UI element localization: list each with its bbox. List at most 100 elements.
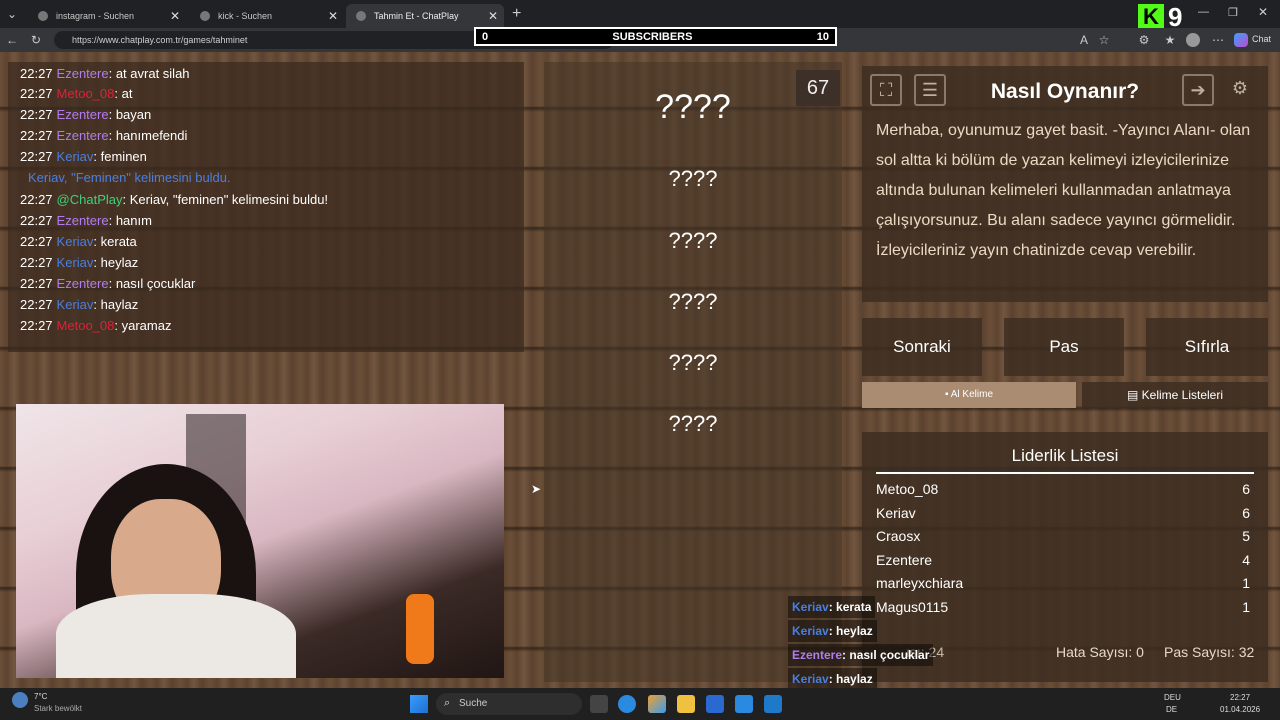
windows-start-icon[interactable]: [410, 695, 428, 713]
chat-separator: :: [108, 128, 116, 143]
extensions-icon[interactable]: ⚙: [1136, 32, 1152, 48]
player-name: Keriav: [876, 504, 916, 521]
reset-button[interactable]: Sıfırla: [1146, 318, 1268, 376]
edge-icon[interactable]: [618, 695, 636, 713]
back-icon[interactable]: ←: [4, 32, 20, 48]
word-lists-button[interactable]: ▤ Kelime Listeleri: [1082, 382, 1268, 408]
copilot-label[interactable]: Chat: [1252, 34, 1271, 44]
chat-username[interactable]: Ezentere: [57, 276, 109, 291]
chat-separator: :: [114, 318, 122, 333]
chat-username[interactable]: Ezentere: [57, 213, 109, 228]
window-close-icon[interactable]: ✕: [1258, 5, 1268, 19]
chat-timestamp: 22:27: [20, 255, 53, 270]
chat-username[interactable]: Keriav: [57, 234, 94, 249]
search-icon: ⌕: [444, 697, 451, 709]
more-icon[interactable]: ⋯: [1210, 32, 1226, 48]
chat-separator: :: [93, 149, 101, 164]
chat-username[interactable]: Ezentere: [57, 107, 109, 122]
tab-kick[interactable]: kick - Suchen ✕: [190, 4, 344, 28]
next-button[interactable]: Sonraki: [862, 318, 982, 376]
reload-icon[interactable]: ↻: [28, 32, 44, 48]
task-view-icon[interactable]: [590, 695, 608, 713]
chat-text: yaramaz: [121, 318, 172, 333]
hidden-word: ????: [668, 350, 718, 375]
chat-timestamp: 22:27: [20, 297, 53, 312]
chat-message: 22:27 Keriav: haylaz: [20, 297, 138, 312]
player-score: 1: [1242, 575, 1250, 592]
overlay-username: Ezentere: [792, 648, 843, 662]
pass-count: Pas Sayısı: 32: [1164, 644, 1255, 660]
chat-username[interactable]: Metoo_08: [57, 86, 115, 101]
explorer-icon[interactable]: [677, 695, 695, 713]
tab-list-icon[interactable]: ⌄: [4, 6, 20, 22]
favorite-icon[interactable]: ☆: [1096, 32, 1112, 48]
get-word-label: Al Kelime: [950, 389, 994, 400]
player-score: 1: [1242, 599, 1250, 615]
chat-separator: :: [108, 107, 116, 122]
chat-text: Keriav, "feminen" kelimesini buldu!: [129, 192, 329, 207]
chat-username[interactable]: Metoo_08: [57, 318, 115, 333]
copilot-icon[interactable]: [1234, 33, 1248, 47]
tab-chatplay[interactable]: Tahmin Et - ChatPlay ✕: [346, 4, 504, 28]
chat-message: 22:27 Ezentere: bayan: [20, 107, 151, 122]
chat-message: Keriav, "Feminen" kelimesini buldu.: [28, 170, 231, 185]
copilot-app-icon[interactable]: [648, 695, 666, 713]
taskbar-search[interactable]: [436, 693, 582, 715]
weather-desc: Stark bewölkt: [34, 704, 83, 713]
player-name: Magus0115: [876, 599, 949, 615]
clock-time[interactable]: 22:27: [1230, 693, 1250, 702]
chat-text: kerata: [100, 234, 137, 249]
chat-message: 22:27 Metoo_08: at: [20, 86, 132, 101]
chat-message: 22:27 Keriav: heylaz: [20, 255, 138, 270]
chat-username[interactable]: Keriav: [57, 255, 94, 270]
pass-button[interactable]: Pas: [1004, 318, 1124, 376]
lang-indicator-2[interactable]: DE: [1166, 705, 1177, 714]
overlay-chat-message: Keriav: heylaz: [788, 620, 877, 642]
weather-icon[interactable]: [12, 692, 28, 708]
overlay-chat-message: Keriav: haylaz: [788, 668, 877, 690]
overlay-text: : heylaz: [828, 624, 873, 638]
chat-text: bayan: [115, 107, 152, 122]
chat-username[interactable]: Keriav: [57, 149, 94, 164]
player-name: marleyxchiara: [876, 575, 964, 592]
chat-username[interactable]: Ezentere: [57, 66, 109, 81]
chat-text: feminen: [100, 149, 147, 164]
drink-bottle: [406, 594, 434, 664]
chat-separator: :: [114, 86, 122, 101]
store-icon[interactable]: [706, 695, 724, 713]
overlay-text: : kerata: [828, 600, 872, 614]
chat-message: 22:27 Metoo_08: yaramaz: [20, 318, 171, 333]
logout-icon[interactable]: ➔: [1182, 74, 1214, 106]
read-aloud-icon[interactable]: A: [1076, 32, 1092, 48]
lang-indicator[interactable]: DEU: [1164, 693, 1181, 702]
chat-timestamp: 22:27: [20, 318, 53, 333]
close-icon[interactable]: ✕: [328, 9, 338, 23]
player-score: 6: [1242, 481, 1250, 497]
chat-username[interactable]: @ChatPlay: [57, 192, 123, 207]
minimize-icon[interactable]: —: [1198, 6, 1209, 18]
get-word-button[interactable]: ▪ Al Kelime: [862, 382, 1076, 408]
overlay-username: Keriav: [792, 624, 829, 638]
chat-timestamp: 22:27: [20, 192, 53, 207]
app-icon[interactable]: [764, 695, 782, 713]
leaderboard-row: Magus0115 1: [876, 599, 1250, 615]
hidden-word: ????: [668, 411, 718, 436]
mail-icon[interactable]: [735, 695, 753, 713]
maximize-icon[interactable]: ❐: [1228, 6, 1238, 19]
overlay-text: : haylaz: [828, 672, 873, 686]
settings-gear-icon[interactable]: ⚙: [1224, 74, 1256, 106]
tab-instagram[interactable]: instagram - Suchen ✕: [28, 4, 186, 28]
help-text: Merhaba, oyunumuz gayet basit. -Yayıncı …: [876, 122, 1251, 259]
chat-username[interactable]: Keriav: [57, 297, 94, 312]
leaderboard-title: Liderlik Listesi: [876, 446, 1254, 474]
chat-separator: :: [122, 192, 130, 207]
profile-avatar[interactable]: [1186, 33, 1200, 47]
new-tab-icon[interactable]: +: [512, 5, 521, 23]
close-icon[interactable]: ✕: [488, 9, 498, 23]
favorites-bar-icon[interactable]: ★: [1162, 32, 1178, 48]
clock-date[interactable]: 01.04.2026: [1220, 705, 1260, 714]
close-icon[interactable]: ✕: [170, 9, 180, 23]
mouse-cursor-icon: ➤: [531, 482, 542, 496]
chat-username[interactable]: Ezentere: [57, 128, 109, 143]
chat-timestamp: 22:27: [20, 213, 53, 228]
